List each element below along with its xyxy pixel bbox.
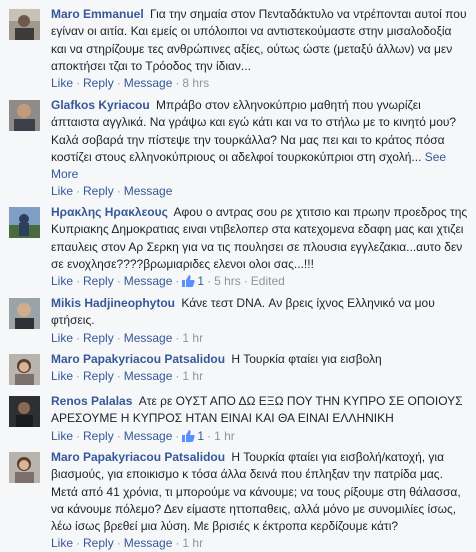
profile-photo-icon[interactable] (9, 452, 40, 483)
like-count[interactable]: 1 (182, 274, 204, 288)
comment-author[interactable]: Mikis Hadjineophytou (51, 296, 175, 310)
comment-actions: Like · Reply · Message · 1 hr (51, 535, 470, 552)
message-button[interactable]: Message (124, 76, 173, 90)
separator: · (76, 76, 81, 91)
like-button[interactable]: Like (51, 536, 73, 550)
reply-button[interactable]: Reply (83, 184, 114, 198)
comment-actions: Like · Reply · Message · 1 hr (51, 368, 470, 385)
message-button[interactable]: Message (124, 536, 173, 550)
separator: · (76, 536, 81, 551)
message-button[interactable]: Message (124, 369, 173, 383)
separator: · (116, 274, 121, 289)
reply-button[interactable]: Reply (83, 76, 114, 90)
separator: · (243, 274, 248, 289)
message-button[interactable]: Message (124, 184, 173, 198)
message-button[interactable]: Message (124, 274, 173, 288)
separator: · (116, 76, 121, 91)
separator: · (116, 330, 121, 345)
timestamp[interactable]: 8 hrs (182, 76, 209, 90)
separator: · (76, 274, 81, 289)
reply-button[interactable]: Reply (83, 274, 114, 288)
comment-item: Mikis Hadjineophytou Κάνε τεστ DNA. Αν β… (0, 295, 476, 345)
separator: · (76, 184, 81, 199)
comment-author[interactable]: Maro Papakyriacou Patsalidou (51, 352, 225, 366)
separator: · (175, 369, 180, 384)
like-button[interactable]: Like (51, 274, 73, 288)
separator: · (116, 369, 121, 384)
timestamp[interactable]: 1 hr (182, 369, 203, 383)
profile-photo-icon[interactable] (9, 9, 40, 40)
separator: · (116, 536, 121, 551)
like-button[interactable]: Like (51, 76, 73, 90)
comment-item: Renos Palalas Ατε ρε ΟΥΣΤ ΑΠΟ ΔΩ ΕΞΩ ΠΟΥ… (0, 393, 476, 443)
like-count[interactable]: 1 (182, 429, 204, 443)
timestamp[interactable]: 1 hr (182, 536, 203, 550)
separator: · (76, 369, 81, 384)
separator: · (207, 428, 212, 443)
comment-item: Maro Papakyriacou Patsalidou Η Τουρκία φ… (0, 449, 476, 552)
like-button[interactable]: Like (51, 429, 73, 443)
separator: · (175, 330, 180, 345)
comment-author[interactable]: Renos Palalas (51, 394, 132, 408)
profile-photo-icon[interactable] (9, 207, 40, 238)
comment-actions: Like · Reply · Message · 1 · 1 hr (51, 428, 470, 445)
comment-author[interactable]: Maro Emmanuel (51, 7, 144, 21)
separator: · (116, 428, 121, 443)
comment-list: Maro Emmanuel Για την σημαία στον Πενταδ… (0, 0, 476, 552)
separator: · (175, 428, 180, 443)
profile-photo-icon[interactable] (9, 354, 40, 385)
separator: · (175, 274, 180, 289)
profile-photo-icon[interactable] (9, 298, 40, 329)
thumbs-up-icon (182, 275, 196, 288)
comment-author[interactable]: Glafkos Kyriacou (51, 98, 150, 112)
comment-author[interactable]: Ηρακλης Ηρακλεους (51, 205, 168, 219)
message-button[interactable]: Message (124, 429, 173, 443)
like-button[interactable]: Like (51, 184, 73, 198)
reply-button[interactable]: Reply (83, 429, 114, 443)
like-button[interactable]: Like (51, 331, 73, 345)
edited-label[interactable]: Edited (251, 274, 285, 288)
reply-button[interactable]: Reply (83, 331, 114, 345)
like-button[interactable]: Like (51, 369, 73, 383)
comment-item: Maro Papakyriacou Patsalidou Η Τουρκία φ… (0, 351, 476, 387)
profile-photo-icon[interactable] (9, 100, 40, 131)
separator: · (76, 428, 81, 443)
separator: · (207, 274, 212, 289)
profile-photo-icon[interactable] (9, 396, 40, 427)
comment-actions: Like · Reply · Message · 1 · 5 hrs · Edited (51, 273, 470, 290)
thumbs-up-icon (182, 429, 196, 442)
separator: · (76, 330, 81, 345)
separator: · (116, 184, 121, 199)
timestamp[interactable]: 1 hr (182, 331, 203, 345)
comment-actions: Like · Reply · Message · 8 hrs (51, 75, 470, 92)
comment-actions: Like · Reply · Message (51, 183, 470, 200)
message-button[interactable]: Message (124, 331, 173, 345)
timestamp[interactable]: 1 hr (214, 429, 235, 443)
comment-actions: Like · Reply · Message · 1 hr (51, 330, 470, 347)
comment-item: Maro Emmanuel Για την σημαία στον Πενταδ… (0, 6, 476, 90)
comment-item: Ηρακλης Ηρακλεους Αφου ο αντρας σου ρε χ… (0, 204, 476, 288)
comment-item: Glafkos Kyriacou Μπράβο στον ελληνοκύπρι… (0, 97, 476, 200)
comment-text: Η Τουρκία φταίει για εισβολη (231, 352, 382, 366)
comment-author[interactable]: Maro Papakyriacou Patsalidou (51, 450, 225, 464)
timestamp[interactable]: 5 hrs (214, 274, 241, 288)
separator: · (175, 536, 180, 551)
separator: · (175, 76, 180, 91)
reply-button[interactable]: Reply (83, 536, 114, 550)
reply-button[interactable]: Reply (83, 369, 114, 383)
